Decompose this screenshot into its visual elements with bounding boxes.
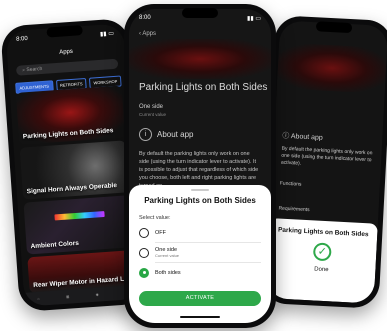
app-card[interactable]: Signal Horn Always Operable: [19, 140, 130, 200]
status-bar: 8:00 ▮▮ ▭: [139, 15, 261, 22]
nav-car-icon[interactable]: ◉: [96, 293, 99, 297]
info-icon: i: [139, 128, 152, 141]
hero-image: [129, 39, 271, 79]
center-phone: 8:00 ▮▮ ▭ ‹ Apps Parking Lights on Both S…: [124, 4, 276, 328]
option-off[interactable]: OFF: [139, 224, 261, 241]
nav-apps-icon[interactable]: ▦: [66, 295, 70, 299]
done-sheet: Parking Lights on Both Sides ✓ Done: [265, 218, 378, 304]
center-phone-screen: 8:00 ▮▮ ▭ ‹ Apps Parking Lights on Both S…: [129, 9, 271, 323]
app-card[interactable]: Parking Lights on Both Sides: [15, 85, 126, 145]
right-phone-screen: ⓘ About app By default the parking light…: [265, 20, 387, 304]
select-value-label: Select value:: [139, 215, 171, 221]
functions-label: Functions: [279, 180, 302, 188]
sheet-handle[interactable]: [191, 189, 209, 191]
signal-battery-icon: ▮▮ ▭: [99, 30, 115, 38]
divider: [155, 242, 261, 243]
about-description: By default the parking lights only work …: [139, 151, 259, 189]
option-text: One side Current value: [155, 246, 180, 258]
color-palette-image: [54, 210, 105, 221]
signal-battery-icon: ▮▮ ▭: [247, 16, 261, 22]
divider: [155, 262, 261, 263]
radio-off[interactable]: [139, 227, 149, 238]
status-time: 8:00: [139, 15, 151, 21]
app-card[interactable]: Ambient Colors: [23, 195, 133, 255]
option-text: OFF: [155, 229, 166, 236]
about-row[interactable]: i About app: [139, 128, 193, 141]
search-input[interactable]: ⌕ Search: [15, 58, 119, 76]
status-time: 8:00: [15, 35, 28, 43]
app-card-label: Signal Horn Always Operable: [26, 182, 118, 196]
about-label: About app: [157, 130, 194, 139]
home-indicator: [180, 316, 220, 318]
radio-one-side[interactable]: [139, 247, 149, 258]
done-sheet-title: Parking Lights on Both Sides: [277, 226, 369, 239]
left-phone-screen: 8:00 ▮▮ ▭ Apps ⌕ Search ADJUSTMENTS RETRO…: [5, 23, 143, 307]
option-both-sides[interactable]: Both sides: [139, 264, 261, 281]
app-title: Apps: [59, 48, 74, 56]
current-option-sub: Current value: [139, 112, 167, 117]
option-sub: Current value: [155, 252, 180, 258]
requirements-label: Requirements: [278, 205, 310, 214]
radio-both-sides[interactable]: [139, 267, 149, 278]
checkmark-icon: ✓: [312, 242, 332, 262]
app-card-label: Ambient Colors: [30, 239, 80, 251]
app-card-label: Parking Lights on Both Sides: [22, 127, 114, 141]
nav-home-icon[interactable]: ⌂: [37, 297, 39, 301]
done-label: Done: [314, 266, 329, 274]
about-description: By default the parking lights only work …: [280, 145, 373, 167]
current-option-label: One side: [139, 104, 164, 110]
right-phone: ⓘ About app By default the parking light…: [260, 15, 387, 309]
hero-image: [276, 42, 387, 94]
notch: [315, 21, 353, 34]
option-one-side[interactable]: One side Current value: [139, 244, 261, 261]
page-title: Parking Lights on Both Sides: [139, 82, 268, 93]
about-label: ⓘ About app: [282, 132, 323, 142]
back-button[interactable]: ‹ Apps: [139, 31, 156, 37]
option-text: Both sides: [155, 269, 181, 276]
search-placeholder: Search: [26, 65, 43, 74]
sheet-title: Parking Lights on Both Sides: [144, 196, 256, 205]
value-sheet: Parking Lights on Both Sides Select valu…: [129, 185, 271, 323]
activate-button[interactable]: ACTIVATE: [139, 291, 261, 306]
